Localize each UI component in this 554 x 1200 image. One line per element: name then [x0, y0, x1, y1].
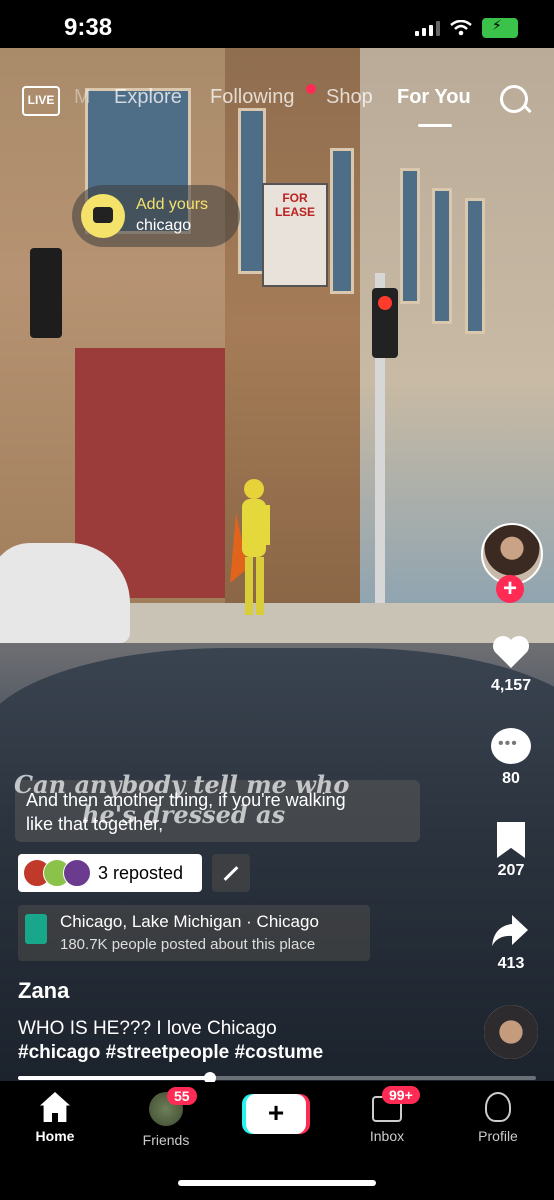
comment-icon[interactable] — [491, 728, 531, 764]
creator-username[interactable]: Zana — [18, 978, 69, 1004]
nav-partial-item[interactable]: M — [74, 86, 91, 109]
tab-friends[interactable]: Friends — [121, 1092, 211, 1148]
location-pin-icon — [25, 914, 47, 944]
tab-explore[interactable]: Explore — [114, 86, 182, 109]
like-count: 4,157 — [490, 677, 532, 694]
progress-fill — [18, 1076, 210, 1080]
share-count: 413 — [497, 955, 525, 972]
search-icon[interactable] — [500, 85, 528, 113]
tab-inbox-label: Inbox — [369, 1128, 405, 1144]
create-button[interactable]: + — [246, 1094, 306, 1134]
tab-home-label: Home — [35, 1128, 75, 1144]
wifi-icon — [450, 20, 472, 36]
tab-profile-label: Profile — [478, 1128, 518, 1144]
sign-text: FOR LEASE — [274, 191, 315, 219]
building-window — [465, 198, 485, 334]
status-time: 9:38 — [64, 14, 113, 41]
for-lease-sign: FOR LEASE — [262, 183, 328, 287]
location-name: Chicago, Lake Michigan · Chicago — [60, 912, 319, 931]
traffic-light-red — [372, 288, 398, 358]
caption-line-2: like that together, — [26, 814, 164, 834]
music-disc-icon[interactable] — [484, 1005, 538, 1059]
inbox-badge: 99+ — [382, 1086, 420, 1104]
add-yours-topic: chicago — [136, 217, 192, 234]
add-yours-label: Add yours — [136, 196, 209, 213]
repost-label: 3 reposted — [98, 863, 184, 883]
post-hashtags[interactable]: #chicago #streetpeople #costume — [18, 1042, 323, 1064]
status-bar: 9:38 ⚡ — [0, 0, 554, 48]
battery-charging-icon: ⚡ — [482, 17, 518, 38]
building-window — [400, 168, 420, 304]
follow-plus-button[interactable]: + — [496, 575, 524, 603]
tab-for-you[interactable]: For You — [397, 86, 471, 109]
traffic-light-left — [30, 248, 62, 338]
comment-count: 80 — [502, 770, 520, 787]
home-indicator — [178, 1180, 376, 1186]
repost-chip[interactable]: 3 reposted — [18, 854, 202, 892]
friends-badge: 55 — [167, 1087, 197, 1105]
tab-shop[interactable]: Shop — [326, 86, 373, 109]
edit-icon[interactable] — [212, 854, 250, 892]
building-window — [432, 188, 452, 324]
save-count: 207 — [497, 862, 525, 879]
add-yours-sticker[interactable]: Add yours chicago — [72, 185, 240, 247]
tab-profile[interactable]: Profile — [453, 1092, 543, 1144]
share-icon[interactable] — [490, 913, 530, 949]
create-plus-icon: + — [267, 1097, 285, 1128]
location-subtext: 180.7K people posted about this place — [60, 936, 316, 953]
building-window — [330, 148, 354, 294]
active-tab-indicator — [418, 124, 452, 127]
post-description: WHO IS HE??? I love Chicago — [18, 1018, 277, 1039]
live-button[interactable]: LIVE — [22, 86, 60, 116]
status-icons: ⚡ — [415, 17, 518, 38]
tab-home[interactable]: Home — [10, 1092, 100, 1144]
video-progress-bar[interactable] — [18, 1072, 536, 1084]
profile-icon — [485, 1092, 511, 1122]
tab-following[interactable]: Following — [210, 86, 294, 109]
heart-icon[interactable] — [491, 632, 531, 672]
tab-friends-label: Friends — [142, 1132, 190, 1148]
home-icon — [40, 1092, 70, 1122]
location-chip[interactable]: Chicago, Lake Michigan · Chicago 180.7K … — [18, 905, 370, 961]
caption-line-1: And then another thing, if you're walkin… — [26, 790, 346, 810]
auto-caption: And then another thing, if you're walkin… — [26, 788, 346, 836]
costumed-person — [230, 479, 270, 615]
white-car — [0, 543, 130, 643]
camera-plus-icon — [81, 194, 125, 238]
repost-avatar — [63, 859, 91, 887]
signal-icon — [415, 20, 440, 36]
following-notification-dot — [306, 84, 316, 94]
